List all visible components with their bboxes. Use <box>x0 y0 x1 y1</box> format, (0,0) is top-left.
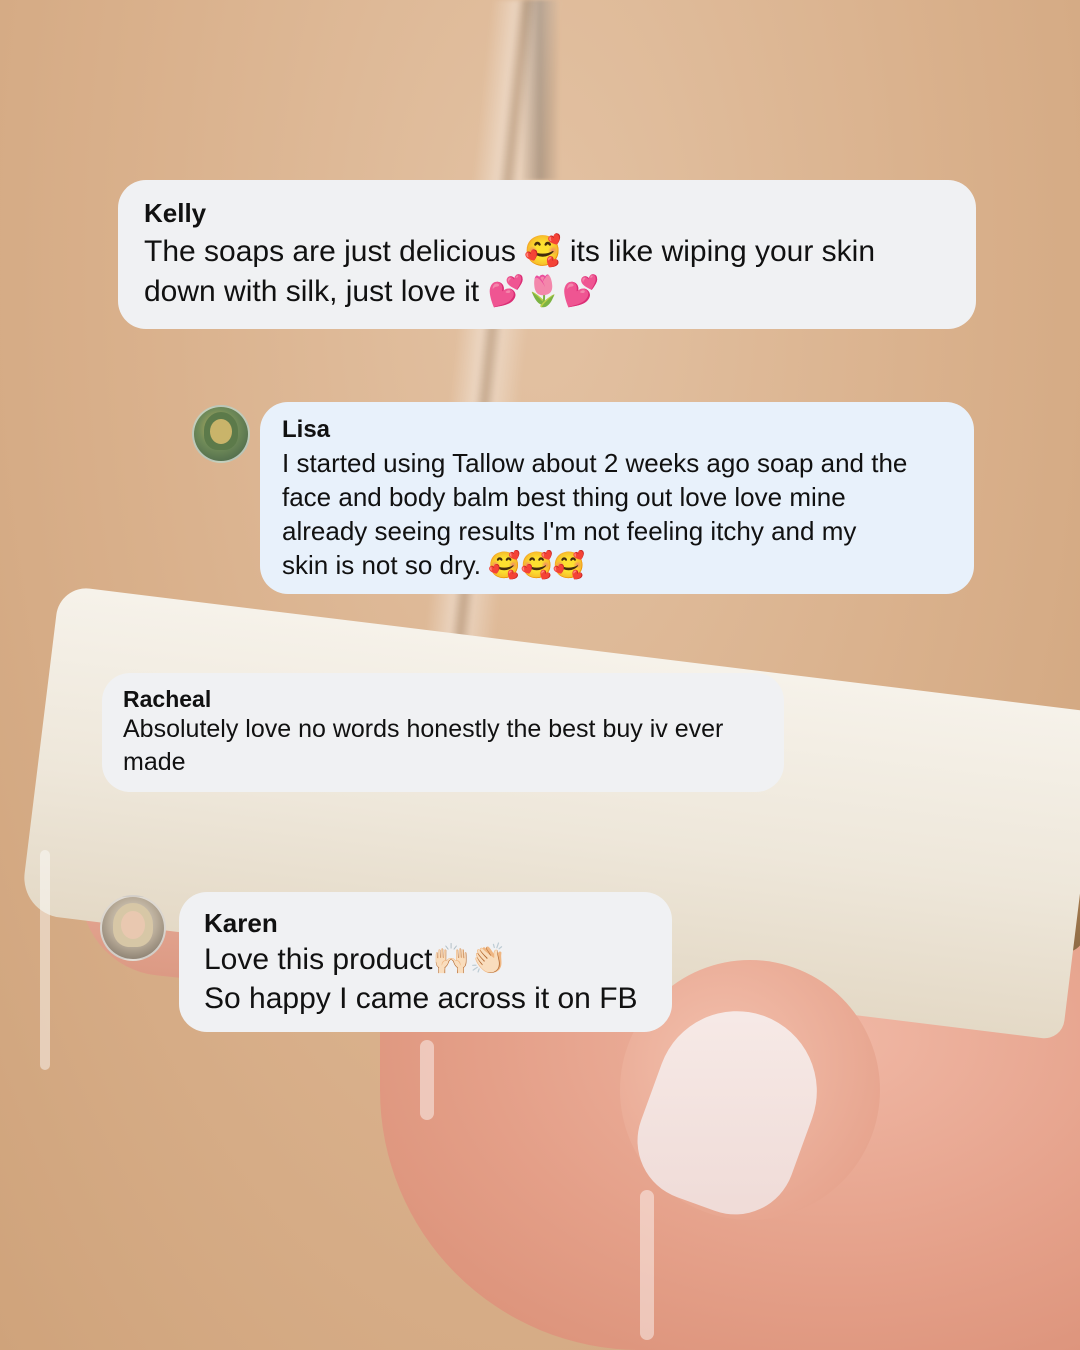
comment-bubble[interactable]: Lisa I started using Tallow about 2 week… <box>260 402 974 594</box>
comment-text: Absolutely love no words honestly the be… <box>123 715 724 776</box>
comment-text: Love this product🙌🏻👏🏻 So happy I came ac… <box>204 943 638 1015</box>
avatar-face <box>210 418 232 444</box>
water-drip <box>40 850 50 1070</box>
comment-author[interactable]: Kelly <box>144 198 950 228</box>
avatar[interactable] <box>100 895 166 961</box>
water-drip <box>420 1040 434 1120</box>
comment-bubble[interactable]: Kelly The soaps are just delicious 🥰 its… <box>118 180 976 329</box>
comment-bubble[interactable]: Racheal Absolutely love no words honestl… <box>102 673 784 792</box>
comment-text: The soaps are just delicious 🥰 its like … <box>144 235 876 308</box>
comment-author[interactable]: Racheal <box>123 686 763 713</box>
comment-author[interactable]: Lisa <box>282 416 952 444</box>
water-stream-top <box>520 0 560 180</box>
avatar[interactable] <box>192 405 250 463</box>
comment-author[interactable]: Karen <box>204 908 647 938</box>
water-drip <box>640 1190 654 1340</box>
comment-bubble[interactable]: Karen Love this product🙌🏻👏🏻 So happy I c… <box>179 892 672 1032</box>
comment-text: I started using Tallow about 2 weeks ago… <box>282 448 908 580</box>
